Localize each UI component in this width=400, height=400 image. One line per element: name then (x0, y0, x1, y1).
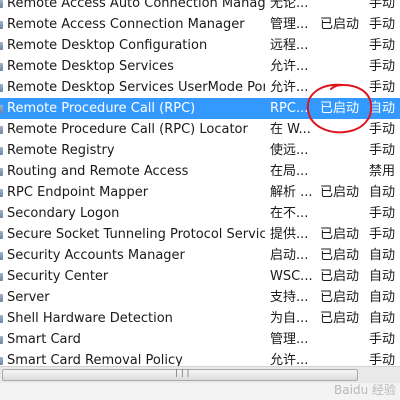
service-row[interactable]: Remote Registry 使远... 手动 (0, 140, 400, 161)
service-row[interactable]: Routing and Remote Access 在局... 禁用 (0, 161, 400, 182)
service-description: 为自... (270, 311, 309, 326)
service-startup-type: 手动 (369, 80, 396, 95)
service-gear-icon (0, 252, 3, 260)
service-startup-type: 手动 (369, 332, 396, 347)
service-description: 允许... (270, 80, 309, 95)
service-row[interactable]: Secure Socket Tunneling Protocol Service… (0, 224, 400, 245)
service-name: RPC Endpoint Mapper (7, 185, 149, 200)
service-gear-icon (0, 357, 3, 365)
service-description: 在 W... (270, 122, 311, 137)
service-name: Shell Hardware Detection (7, 311, 173, 326)
service-gear-icon (0, 315, 3, 323)
service-startup-type: 手动 (369, 227, 396, 242)
service-gear-icon (0, 105, 3, 113)
service-description: 在局... (270, 164, 309, 179)
service-name: Remote Desktop Services (7, 59, 174, 74)
service-description: 远程... (270, 38, 309, 53)
service-status: 已启动 (320, 311, 360, 326)
service-status: 已启动 (320, 185, 360, 200)
service-startup-type: 自动 (369, 248, 396, 263)
service-name: Secondary Logon (7, 206, 120, 221)
service-name: Remote Procedure Call (RPC) (7, 101, 196, 116)
service-name: Remote Desktop Configuration (7, 38, 208, 53)
service-gear-icon (0, 168, 3, 176)
service-gear-icon (0, 336, 3, 344)
service-row[interactable]: Remote Desktop Configuration 远程... 手动 (0, 35, 400, 56)
service-gear-icon (0, 126, 3, 134)
service-startup-type: 手动 (369, 17, 396, 32)
service-description: 管理... (270, 332, 309, 347)
service-gear-icon (0, 210, 3, 218)
service-gear-icon (0, 273, 3, 281)
service-status: 已启动 (320, 290, 360, 305)
service-name: Smart Card (7, 332, 81, 347)
service-status: 已启动 (320, 17, 360, 32)
service-row[interactable]: Smart Card 管理... 手动 (0, 329, 400, 350)
service-row[interactable]: Remote Procedure Call (RPC) Locator 在 W..… (0, 119, 400, 140)
service-row[interactable]: Remote Procedure Call (RPC) RPC... 已启动 自动 (0, 98, 400, 119)
service-description: 启动... (270, 248, 309, 263)
service-gear-icon (0, 294, 3, 302)
service-name: Remote Access Auto Connection Manager (7, 0, 265, 11)
service-startup-type: 自动 (369, 290, 396, 305)
service-gear-icon (0, 147, 3, 155)
service-name: Secure Socket Tunneling Protocol Service (7, 227, 265, 242)
service-name: Remote Procedure Call (RPC) Locator (7, 122, 248, 137)
service-row[interactable]: Remote Desktop Services UserMode Port ..… (0, 77, 400, 98)
service-startup-type: 手动 (369, 0, 396, 11)
service-name: Server (7, 290, 50, 305)
service-gear-icon (0, 231, 3, 239)
service-startup-type: 禁用 (369, 164, 396, 179)
service-startup-type: 自动 (369, 311, 396, 326)
service-status: 已启动 (320, 227, 360, 242)
watermark-text: Baidu 经验 (334, 383, 396, 397)
service-description: 允许... (270, 59, 309, 74)
service-name: Routing and Remote Access (7, 164, 189, 179)
service-row[interactable]: Secondary Logon 在不... 手动 (0, 203, 400, 224)
service-gear-icon (0, 0, 3, 8)
service-gear-icon (0, 189, 3, 197)
service-startup-type: 手动 (369, 122, 396, 137)
service-description: RPC... (270, 101, 309, 116)
service-row[interactable]: Remote Access Connection Manager 管理... 已启动… (0, 14, 400, 35)
service-row[interactable]: Security Center WSC... 已启动 自动 (0, 266, 400, 287)
services-list-view: Remote Access Auto Connection Manager 无论.… (0, 0, 400, 400)
service-description: 使远... (270, 143, 309, 158)
service-description: WSC... (270, 269, 313, 284)
service-startup-type: 自动 (369, 269, 396, 284)
service-startup-type: 手动 (369, 38, 396, 53)
service-name: Remote Registry (7, 143, 115, 158)
service-row[interactable]: Remote Access Auto Connection Manager 无论.… (0, 0, 400, 14)
service-status: 已启动 (320, 101, 360, 116)
scrollbar-grip-icon: ||| (174, 368, 192, 377)
service-row[interactable]: Remote Desktop Services 允许... 手动 (0, 56, 400, 77)
status-area: Baidu 经验 (0, 383, 400, 400)
service-description: 在不... (270, 206, 309, 221)
services-list: Remote Access Auto Connection Manager 无论.… (0, 0, 400, 371)
service-gear-icon (0, 84, 3, 92)
service-description: 管理... (270, 17, 309, 32)
service-row[interactable]: Security Accounts Manager 启动... 已启动 自动 (0, 245, 400, 266)
service-description: 无论... (270, 0, 309, 11)
service-startup-type: 手动 (369, 59, 396, 74)
service-description: 解析 ... (270, 185, 313, 200)
service-row[interactable]: Server 支持... 已启动 自动 (0, 287, 400, 308)
service-name: Security Accounts Manager (7, 248, 185, 263)
service-startup-type: 自动 (369, 101, 396, 116)
service-gear-icon (0, 42, 3, 50)
service-startup-type: 手动 (369, 206, 396, 221)
service-description: 提供... (270, 227, 309, 242)
service-row[interactable]: Shell Hardware Detection 为自... 已启动 自动 (0, 308, 400, 329)
service-startup-type: 自动 (369, 185, 396, 200)
service-startup-type: 手动 (369, 143, 396, 158)
service-name: Remote Desktop Services UserMode Port ..… (7, 80, 265, 95)
service-row[interactable]: RPC Endpoint Mapper 解析 ... 已启动 自动 (0, 182, 400, 203)
service-name: Security Center (7, 269, 109, 284)
service-gear-icon (0, 63, 3, 71)
service-name: Remote Access Connection Manager (7, 17, 245, 32)
service-description: 支持... (270, 290, 309, 305)
service-gear-icon (0, 21, 3, 29)
service-status: 已启动 (320, 269, 360, 284)
service-status: 已启动 (320, 248, 360, 263)
